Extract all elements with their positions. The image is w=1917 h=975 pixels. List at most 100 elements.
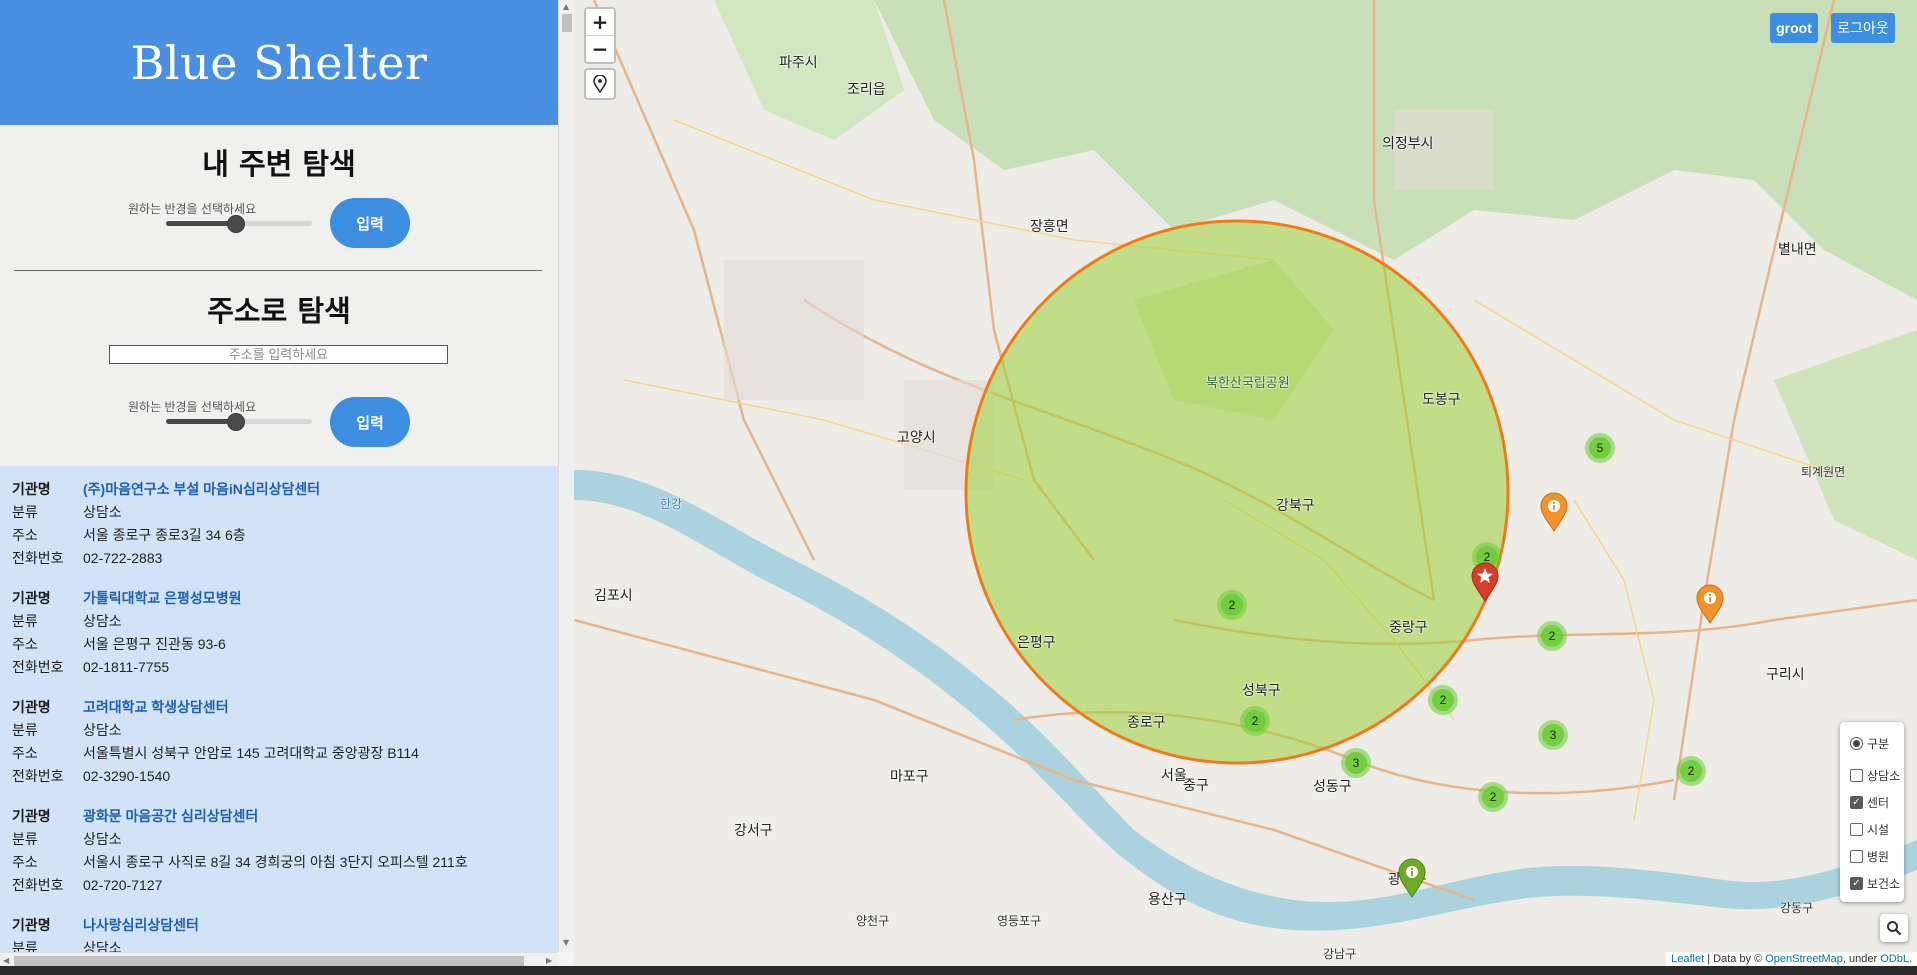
- address-key: 주소: [12, 526, 38, 543]
- address-submit-button[interactable]: 입력: [330, 397, 410, 447]
- place-label: 강서구: [734, 823, 773, 839]
- address-input[interactable]: [109, 345, 448, 364]
- list-item[interactable]: 기관명 광화문 마음공간 심리상담센터 분류 상담소 주소 서울시 종로구 사직로 8…: [12, 804, 468, 896]
- place-label: 김포시: [594, 588, 633, 604]
- odbl-link[interactable]: ODbL.: [1880, 953, 1912, 965]
- address-radius-knob[interactable]: [227, 413, 245, 431]
- checkbox-checked[interactable]: ✓: [1850, 796, 1863, 809]
- list-item[interactable]: 기관명 (주)마음연구소 부설 마음iN심리상담센터 분류 상담소 주소 서울 종로구…: [12, 477, 320, 569]
- facility-category: 상담소: [83, 503, 122, 520]
- horizontal-scroll-thumb[interactable]: [14, 956, 524, 966]
- address-key: 주소: [12, 744, 38, 761]
- name-key: 기관명: [12, 698, 51, 715]
- marker-cluster[interactable]: 2: [1676, 756, 1706, 786]
- facility-name[interactable]: 가톨릭대학교 은평성모병원: [83, 588, 241, 608]
- zoom-out-button[interactable]: −: [586, 35, 614, 62]
- checkbox-unchecked[interactable]: [1850, 850, 1863, 863]
- logout-button[interactable]: 로그아웃: [1831, 13, 1895, 43]
- facility-phone: 02-722-2883: [83, 549, 163, 566]
- place-label: 종로구: [1127, 715, 1166, 731]
- marker-cluster[interactable]: 3: [1538, 720, 1568, 750]
- place-label: 성북구: [1242, 683, 1281, 699]
- scroll-right-icon[interactable]: ▶: [546, 956, 552, 965]
- cluster-count: 2: [1482, 786, 1504, 808]
- place-label: 강북구: [1276, 498, 1315, 514]
- place-label: 고양시: [897, 430, 936, 446]
- map-search-button[interactable]: [1880, 914, 1908, 942]
- info-marker-orange[interactable]: [1540, 492, 1568, 532]
- zoom-control: + −: [584, 7, 616, 64]
- app-title: Blue Shelter: [130, 35, 428, 90]
- checkbox-unchecked[interactable]: [1850, 823, 1863, 836]
- osm-link[interactable]: OpenStreetMap: [1765, 953, 1843, 965]
- scroll-up-icon[interactable]: ▲: [563, 2, 569, 11]
- list-item[interactable]: 기관명 가톨릭대학교 은평성모병원 분류 상담소 주소 서울 은평구 진관동 93-6…: [12, 586, 241, 678]
- scroll-left-icon[interactable]: ◀: [3, 956, 9, 965]
- vertical-scroll-thumb[interactable]: [562, 14, 572, 32]
- filter-item-hospital[interactable]: 병원: [1850, 848, 1889, 865]
- nearby-submit-button[interactable]: 입력: [330, 198, 410, 248]
- marker-cluster[interactable]: 5: [1585, 433, 1615, 463]
- name-key: 기관명: [12, 589, 51, 606]
- attribution-under: , under: [1842, 953, 1878, 965]
- marker-cluster[interactable]: 2: [1217, 590, 1247, 620]
- cluster-count: 2: [1541, 625, 1563, 647]
- place-label: 구리시: [1766, 667, 1805, 683]
- place-label: 도봉구: [1422, 392, 1461, 408]
- name-key: 기관명: [12, 916, 51, 933]
- facility-address: 서울 종로구 종로3길 34 6층: [83, 526, 246, 543]
- facility-name[interactable]: 광화문 마음공간 심리상담센터: [83, 806, 258, 826]
- filter-item-counseling[interactable]: 상담소: [1850, 767, 1900, 784]
- filter-item-facility[interactable]: 시설: [1850, 821, 1889, 838]
- filter-item-center[interactable]: ✓ 센터: [1850, 794, 1889, 811]
- leaflet-link[interactable]: Leaflet: [1671, 953, 1704, 965]
- phone-key: 전화번호: [12, 549, 64, 566]
- info-marker-orange[interactable]: [1696, 584, 1724, 624]
- marker-cluster[interactable]: 2: [1428, 685, 1458, 715]
- facility-name[interactable]: 고려대학교 학생상담센터: [83, 697, 229, 717]
- facility-name[interactable]: (주)마음연구소 부설 마음iN심리상담센터: [83, 479, 320, 499]
- radio-icon[interactable]: [1850, 737, 1863, 750]
- category-key: 분류: [12, 939, 38, 953]
- app-header: Blue Shelter: [0, 0, 558, 125]
- list-item[interactable]: 기관명 나사랑심리상담센터 분류 상담소: [12, 913, 199, 953]
- scroll-down-icon[interactable]: ▼: [563, 938, 569, 947]
- nearby-radius-slider[interactable]: [166, 215, 312, 233]
- facility-category: 상담소: [83, 612, 122, 629]
- filter-group-radio[interactable]: 구분: [1850, 735, 1889, 752]
- bottom-bar: [0, 966, 1917, 975]
- my-location-button[interactable]: [584, 68, 616, 100]
- marker-cluster[interactable]: 2: [1478, 782, 1508, 812]
- user-button[interactable]: groot: [1770, 13, 1818, 43]
- category-filter-panel: 구분 상담소 ✓ 센터 시설 병원 ✓ 보건소: [1840, 722, 1904, 902]
- info-marker-green[interactable]: [1398, 858, 1426, 898]
- phone-key: 전화번호: [12, 658, 64, 675]
- place-label: 파주시: [779, 55, 818, 71]
- vertical-scrollbar[interactable]: ▲ ▼: [558, 0, 575, 952]
- facility-name[interactable]: 나사랑심리상담센터: [83, 915, 199, 935]
- address-radius-fill: [166, 419, 235, 424]
- address-key: 주소: [12, 853, 38, 870]
- category-key: 분류: [12, 830, 38, 847]
- place-label: 강동구: [1780, 901, 1814, 915]
- cluster-count: 3: [1542, 724, 1564, 746]
- list-item[interactable]: 기관명 고려대학교 학생상담센터 분류 상담소 주소 서울특별시 성북구 안암로 14…: [12, 695, 419, 787]
- marker-cluster[interactable]: 2: [1240, 706, 1270, 736]
- section-divider: [14, 270, 542, 271]
- checkbox-checked[interactable]: ✓: [1850, 877, 1863, 890]
- checkbox-unchecked[interactable]: [1850, 769, 1863, 782]
- filter-item-health-center[interactable]: ✓ 보건소: [1850, 875, 1900, 892]
- search-icon: [1887, 921, 1902, 936]
- nearby-radius-knob[interactable]: [227, 215, 245, 233]
- place-label: 장흥면: [1030, 219, 1069, 235]
- zoom-in-button[interactable]: +: [586, 9, 614, 35]
- filter-label: 상담소: [1867, 769, 1901, 783]
- marker-cluster[interactable]: 2: [1537, 621, 1567, 651]
- current-location-star-marker[interactable]: [1471, 562, 1499, 602]
- marker-cluster[interactable]: 3: [1341, 748, 1371, 778]
- category-key: 분류: [12, 721, 38, 738]
- map-view[interactable]: 파주시 의정부시 고양시 김포시 도봉구 강북구 은평구 종로구 성북구 중랑구…: [574, 0, 1917, 966]
- address-radius-slider[interactable]: [166, 413, 312, 431]
- filter-label: 보건소: [1867, 877, 1901, 891]
- nearby-search-title: 내 주변 탐색: [202, 147, 356, 181]
